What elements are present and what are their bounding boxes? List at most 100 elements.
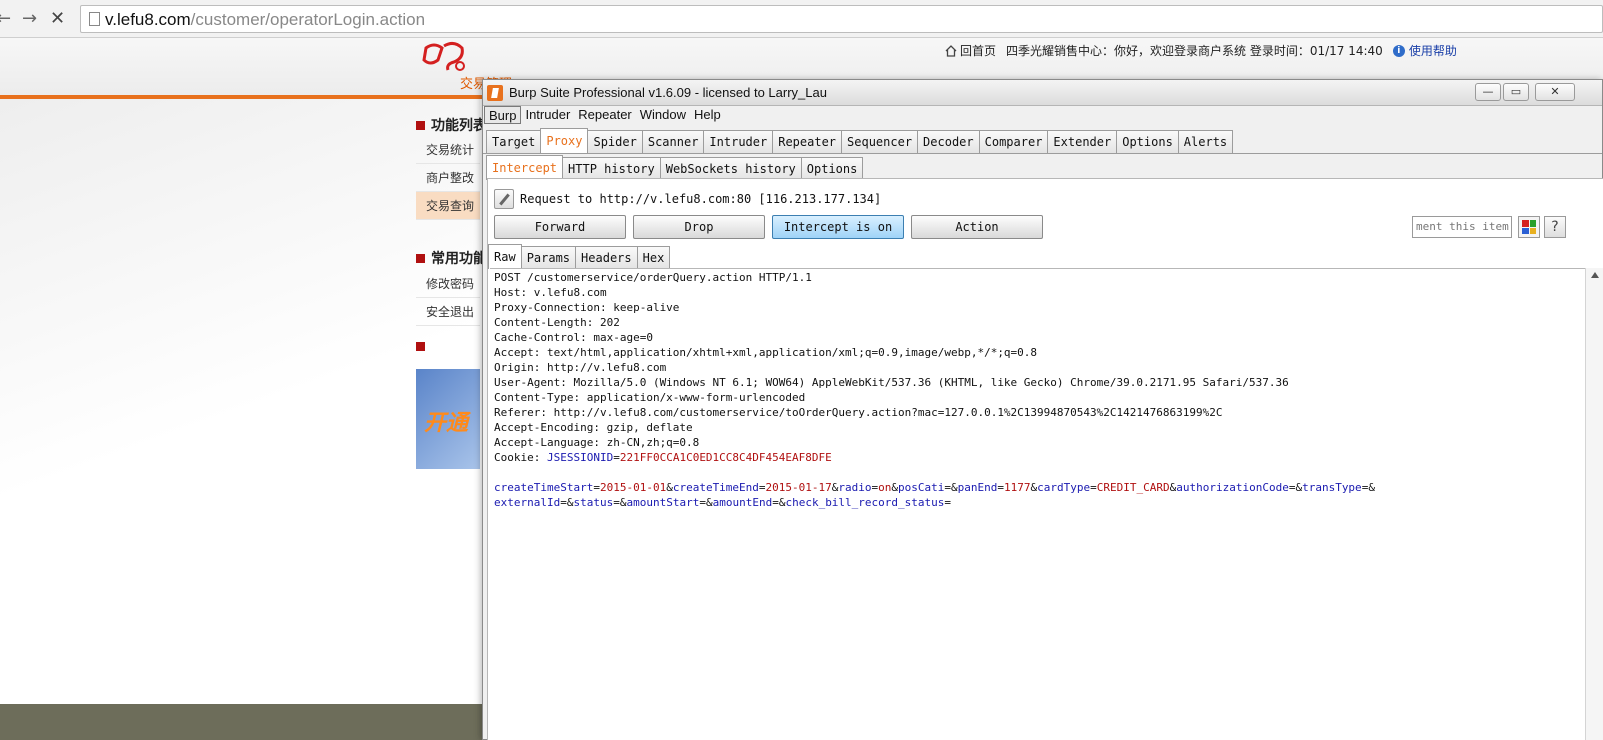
drop-button[interactable]: Drop bbox=[633, 215, 765, 239]
request-line: POST /customerservice/orderQuery.action … bbox=[494, 271, 812, 284]
tab-raw[interactable]: Raw bbox=[488, 244, 522, 269]
greeting-text: 四季光耀销售中心：你好，欢迎登录商户系统 登录时间：01/17 14:40 bbox=[1006, 44, 1383, 58]
header-line: Host: v.lefu8.com bbox=[494, 286, 607, 299]
main-tabs: Target Proxy Spider Scanner Intruder Rep… bbox=[486, 128, 1234, 153]
menu-help[interactable]: Help bbox=[690, 106, 725, 124]
param-name: amountEnd bbox=[712, 496, 773, 509]
tab-options[interactable]: Options bbox=[1116, 130, 1179, 153]
main-tabs-divider bbox=[483, 153, 1602, 154]
cookie-label: Cookie: bbox=[494, 451, 547, 464]
section-title: 功能列表 bbox=[431, 118, 487, 134]
section-marker-icon bbox=[416, 342, 425, 351]
sidebar-item-password[interactable]: 修改密码 bbox=[416, 270, 480, 298]
section-title: 常用功能 bbox=[431, 251, 487, 267]
tab-scanner[interactable]: Scanner bbox=[641, 130, 705, 153]
param-name: transType bbox=[1302, 481, 1362, 494]
tab-target[interactable]: Target bbox=[486, 130, 542, 153]
param-name: panEnd bbox=[957, 481, 998, 494]
sidebar-item-logout[interactable]: 安全退出 bbox=[416, 298, 480, 326]
help-icon[interactable]: ? bbox=[1544, 216, 1566, 238]
header-line: Origin: http://v.lefu8.com bbox=[494, 361, 667, 374]
sidebar-item-merchant[interactable]: 商户整改 bbox=[416, 164, 480, 192]
stop-icon[interactable]: ✕ bbox=[50, 8, 65, 29]
home-link-label: 回首页 bbox=[960, 44, 997, 58]
banner-text: 开通 bbox=[424, 411, 469, 436]
tab-hex[interactable]: Hex bbox=[636, 246, 671, 269]
menu-intruder[interactable]: Intruder bbox=[521, 106, 574, 124]
minimize-button[interactable]: — bbox=[1475, 83, 1501, 101]
tab-sequencer[interactable]: Sequencer bbox=[841, 130, 919, 153]
param-name: createTimeStart bbox=[494, 481, 594, 494]
maximize-button[interactable]: ▭ bbox=[1503, 83, 1529, 101]
param-name: createTimeEnd bbox=[672, 481, 759, 494]
tab-headers[interactable]: Headers bbox=[575, 246, 638, 269]
param-value: 2015-01-01 bbox=[599, 481, 667, 494]
header-line: Accept-Encoding: gzip, deflate bbox=[494, 421, 693, 434]
request-target: Request to http://v.lefu8.com:80 [116.21… bbox=[520, 192, 882, 206]
message-view-tabs: Raw Params Headers Hex bbox=[488, 244, 671, 269]
menu-window[interactable]: Window bbox=[636, 106, 690, 124]
color-swatch-yellow bbox=[1529, 227, 1536, 234]
section-marker-icon bbox=[416, 120, 425, 130]
tab-decoder[interactable]: Decoder bbox=[917, 130, 980, 153]
tab-params[interactable]: Params bbox=[520, 246, 577, 269]
tab-proxy-options[interactable]: Options bbox=[800, 157, 864, 180]
scroll-up-icon[interactable] bbox=[1591, 272, 1599, 278]
tab-repeater[interactable]: Repeater bbox=[772, 130, 843, 153]
url-text: v.lefu8.com/customer/operatorLogin.actio… bbox=[105, 10, 425, 30]
page-background bbox=[0, 99, 480, 499]
section-banner-heading bbox=[416, 342, 425, 351]
param-name: radio bbox=[838, 481, 872, 494]
url-path: /customer/operatorLogin.action bbox=[190, 10, 426, 29]
header-line: Proxy-Connection: keep-alive bbox=[494, 301, 680, 314]
tab-intruder[interactable]: Intruder bbox=[703, 130, 774, 153]
home-link[interactable]: 回首页 bbox=[945, 42, 996, 59]
url-host: v.lefu8.com bbox=[105, 10, 191, 29]
menu-burp[interactable]: Burp bbox=[484, 106, 522, 124]
forward-button[interactable]: Forward bbox=[494, 215, 626, 239]
cookie-name: JSESSIONID bbox=[546, 451, 614, 464]
body-params-line: externalId=&status=&amountStart=&amountE… bbox=[494, 496, 952, 509]
promo-banner[interactable]: 开通 bbox=[416, 369, 480, 469]
browser-toolbar: ← → ✕ v.lefu8.com/customer/operatorLogin… bbox=[0, 0, 1603, 38]
site-logo-icon bbox=[422, 41, 465, 71]
highlight-color-icon[interactable] bbox=[1518, 216, 1540, 238]
close-button[interactable]: ✕ bbox=[1535, 83, 1575, 101]
top-links: 回首页 四季光耀销售中心：你好，欢迎登录商户系统 登录时间：01/17 14:4… bbox=[945, 42, 1457, 59]
info-icon: i bbox=[1392, 44, 1405, 57]
tab-websockets-history[interactable]: WebSockets history bbox=[659, 157, 802, 180]
param-name: authorizationCode bbox=[1176, 481, 1289, 494]
param-value: 2015-01-17 bbox=[765, 481, 832, 494]
section-common: 常用功能 bbox=[416, 248, 487, 268]
sidebar-item-query[interactable]: 交易查询 bbox=[416, 192, 480, 220]
request-editor[interactable]: POST /customerservice/orderQuery.action … bbox=[490, 268, 1585, 740]
intercept-toggle-button[interactable]: Intercept is on bbox=[772, 215, 904, 239]
tab-http-history[interactable]: HTTP history bbox=[562, 157, 661, 180]
header-line: Accept-Language: zh-CN,zh;q=0.8 bbox=[494, 436, 700, 449]
address-bar[interactable]: v.lefu8.com/customer/operatorLogin.actio… bbox=[80, 5, 1603, 33]
menu-repeater[interactable]: Repeater bbox=[574, 106, 635, 124]
help-link[interactable]: i 使用帮助 bbox=[1392, 42, 1457, 59]
action-button[interactable]: Action bbox=[911, 215, 1043, 239]
tab-alerts[interactable]: Alerts bbox=[1177, 130, 1234, 153]
burp-titlebar[interactable]: Burp Suite Professional v1.6.09 - licens… bbox=[483, 80, 1602, 106]
comment-field[interactable]: ment this item bbox=[1412, 216, 1512, 238]
editor-scrollbar[interactable] bbox=[1585, 268, 1603, 740]
header-line: Content-Length: 202 bbox=[494, 316, 620, 329]
home-icon bbox=[945, 44, 957, 57]
sidebar-item-stats[interactable]: 交易统计 bbox=[416, 136, 480, 164]
intercept-panel: Request to http://v.lefu8.com:80 [116.21… bbox=[487, 178, 1603, 740]
proxy-sub-tabs: Intercept HTTP history WebSockets histor… bbox=[486, 155, 864, 180]
tab-extender[interactable]: Extender bbox=[1047, 130, 1118, 153]
tab-spider[interactable]: Spider bbox=[587, 130, 643, 153]
back-icon[interactable]: ← bbox=[0, 8, 11, 29]
header-line: Cache-Control: max-age=0 bbox=[494, 331, 653, 344]
help-link-label: 使用帮助 bbox=[1408, 44, 1457, 58]
tab-comparer[interactable]: Comparer bbox=[978, 130, 1049, 153]
param-value: CREDIT_CARD bbox=[1096, 481, 1170, 494]
edit-pencil-icon[interactable] bbox=[494, 189, 514, 209]
tab-proxy[interactable]: Proxy bbox=[540, 128, 589, 153]
color-swatch-red bbox=[1522, 220, 1529, 227]
tab-intercept[interactable]: Intercept bbox=[486, 155, 564, 180]
forward-icon[interactable]: → bbox=[22, 8, 37, 29]
